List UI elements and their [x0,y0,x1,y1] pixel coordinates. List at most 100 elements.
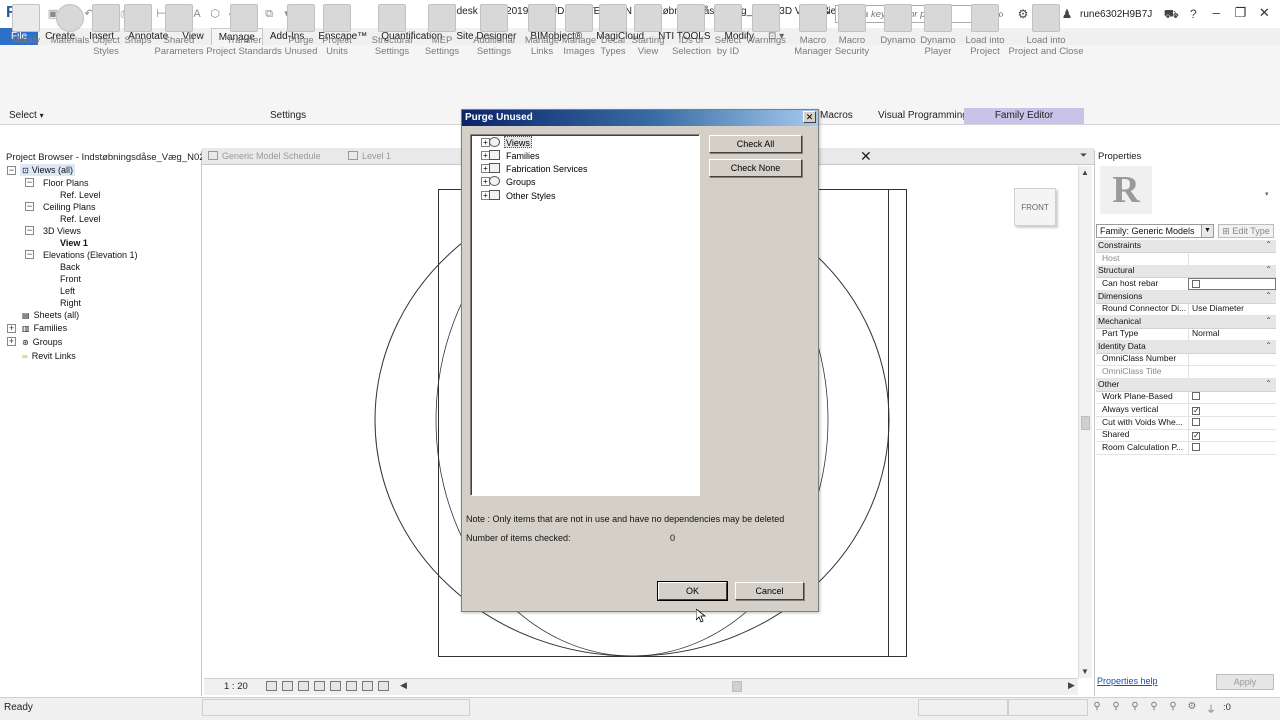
shadows-icon[interactable] [314,681,325,691]
collapse-toggle[interactable]: − [25,226,34,235]
tree-item-right[interactable]: Right [60,297,81,309]
filter-icon[interactable]: ⏚ [1204,701,1218,716]
load-into-project-button[interactable]: Load into Project [962,4,1008,57]
chevron-down-icon[interactable]: ▼ [1201,225,1213,237]
collapse-icon[interactable]: ⌃ [1265,240,1272,249]
close-window-icon[interactable]: ✕ [1252,6,1276,22]
snaps-button[interactable]: Snaps [122,4,154,46]
collapse-icon[interactable]: ⌃ [1265,341,1272,350]
help-icon[interactable]: ? [1185,6,1201,22]
materials-button[interactable]: Materials [50,4,90,46]
tree-item-3d-views[interactable]: 3D Views [43,225,81,237]
edit-type-button[interactable]: ⊞ Edit Type [1218,224,1274,238]
always-vertical-checkbox[interactable]: ✓ [1192,407,1200,415]
horizontal-scroll-thumb[interactable] [732,681,742,692]
temporary-hide-icon[interactable] [378,681,389,691]
background-process-icon[interactable]: ⚙ [1185,701,1199,713]
macro-manager-button[interactable]: Macro Manager [794,4,832,57]
macro-security-button[interactable]: Macro Security [832,4,872,57]
group-dimensions[interactable]: Dimensions ⌃ [1096,291,1276,304]
room-calculation-checkbox[interactable] [1192,443,1200,451]
check-none-button[interactable]: Check None [709,159,802,177]
expand-toggle[interactable]: + [7,337,16,346]
close-icon[interactable]: ✕ [803,111,816,123]
shared-checkbox[interactable]: ✓ [1192,432,1200,440]
tree-item-back[interactable]: Back [60,261,80,273]
group-constraints[interactable]: Constraints ⌃ [1096,240,1276,253]
dynamo-player-button[interactable]: Dynamo Player [918,4,958,57]
tree-node-families[interactable]: Families [506,150,540,162]
collapse-toggle[interactable]: − [7,166,16,175]
view-tab-level-1[interactable]: Level 1 [348,151,391,161]
starting-view-button[interactable]: Starting View [630,4,666,57]
structural-settings-button[interactable]: Structural Settings [368,4,416,57]
tree-item-sheets[interactable]: ▤ Sheets (all) [22,309,79,321]
manage-links-button[interactable]: Manage Links [524,4,560,57]
tree-item-view-1[interactable]: View 1 [60,237,88,249]
type-dropdown-icon[interactable]: ▾ [1265,190,1269,198]
type-selector[interactable]: Family: Generic Models ▼ [1096,224,1214,238]
tree-node-views[interactable]: Views [504,136,532,148]
mep-settings-button[interactable]: MEP Settings [422,4,462,57]
tree-item-front[interactable]: Front [60,273,81,285]
group-mechanical[interactable]: Mechanical ⌃ [1096,316,1276,329]
view-tab-menu-icon[interactable]: ⏷ [1080,150,1087,161]
detail-level-icon[interactable] [266,681,277,691]
select-pinned-icon[interactable]: ⚲ [1128,701,1142,713]
tree-item-revit-links[interactable]: ∞ Revit Links [22,350,76,362]
select-links-icon[interactable]: ⚲ [1090,701,1104,713]
scroll-left-icon[interactable]: ◀ [400,680,407,691]
view-scale[interactable]: 1 : 20 [224,681,248,692]
cancel-button[interactable]: Cancel [735,582,804,600]
cart-icon[interactable]: ⛟ [1163,6,1179,22]
tree-item-ceiling-ref-level[interactable]: Ref. Level [60,213,101,225]
tree-item-elevations[interactable]: Elevations (Elevation 1) [43,249,138,261]
tree-item-groups[interactable]: ⊛ Groups [22,336,62,348]
project-units-button[interactable]: Project Units [320,4,354,57]
work-plane-based-checkbox[interactable] [1192,392,1200,400]
check-all-button[interactable]: Check All [709,135,802,153]
tree-item-ceiling-plans[interactable]: Ceiling Plans [43,201,96,213]
tree-node-other-styles[interactable]: Other Styles [506,190,556,202]
sun-path-icon[interactable] [298,681,309,691]
modify-button[interactable]: Modify [8,4,44,46]
render-icon[interactable] [330,681,341,691]
design-option-field[interactable] [1008,699,1088,716]
properties-help-link[interactable]: Properties help [1097,676,1158,686]
dynamo-button[interactable]: Dynamo [878,4,918,46]
additional-settings-button[interactable]: Additional Settings [470,4,518,57]
tree-item-left[interactable]: Left [60,285,75,297]
manage-images-button[interactable]: Manage Images [560,4,598,57]
shared-parameters-button[interactable]: Shared Parameters [154,4,204,57]
can-host-rebar-checkbox[interactable] [1192,280,1200,288]
warnings-button[interactable]: Warnings [744,4,788,46]
scroll-thumb[interactable] [1081,416,1090,430]
tree-item-families[interactable]: ▥ Families [22,322,67,334]
drag-elements-icon[interactable]: ⚲ [1166,701,1180,713]
cut-with-voids-checkbox[interactable] [1192,418,1200,426]
collapse-icon[interactable]: ⌃ [1265,265,1272,274]
scroll-up-icon[interactable]: ▲ [1081,168,1089,177]
tree-node-groups[interactable]: Groups [506,176,536,188]
collapse-toggle[interactable]: − [25,250,34,259]
ok-button[interactable]: OK [657,581,728,601]
object-styles-button[interactable]: Object Styles [88,4,124,57]
visual-style-icon[interactable] [282,681,293,691]
view-tab-schedule[interactable]: Generic Model Schedule [208,151,321,161]
transfer-standards-button[interactable]: Transfer Project Standards [204,4,284,57]
group-other[interactable]: Other ⌃ [1096,379,1276,392]
tree-item-floor-plans[interactable]: Floor Plans [43,177,89,189]
select-by-face-icon[interactable]: ⚲ [1147,701,1161,713]
scroll-down-icon[interactable]: ▼ [1081,667,1089,676]
collapse-toggle[interactable]: − [25,178,34,187]
purge-unused-button[interactable]: Purge Unused [284,4,318,57]
select-panel-label[interactable]: Select ▾ [9,110,44,121]
group-identity-data[interactable]: Identity Data ⌃ [1096,341,1276,354]
expand-toggle[interactable]: + [7,324,16,333]
restore-icon[interactable]: ❐ [1228,6,1252,22]
select-underlay-icon[interactable]: ⚲ [1109,701,1123,713]
close-view-icon[interactable]: ✕ [860,148,872,165]
vertical-scrollbar[interactable]: ▲ ▼ [1078,166,1092,678]
minimize-icon[interactable]: – [1204,6,1228,22]
load-and-close-button[interactable]: Load into Project and Close [1008,4,1084,57]
